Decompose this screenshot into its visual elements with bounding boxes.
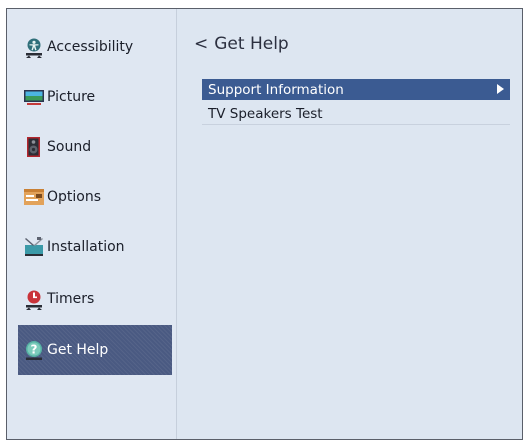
menu-item-support-information[interactable]: Support Information: [202, 79, 510, 100]
get-help-icon: ?: [26, 341, 42, 360]
sidebar-item-label: Timers: [47, 291, 95, 307]
sidebar-item-label: Sound: [47, 139, 92, 155]
back-chevron-icon[interactable]: <: [194, 34, 208, 54]
sidebar-item-label: Installation: [47, 239, 125, 255]
sidebar-item-installation[interactable]: Installation: [18, 222, 172, 272]
sound-icon: [27, 137, 40, 157]
tv-menu-window: Accessibility Picture Sound Options Inst…: [6, 8, 523, 440]
sidebar-item-label: Options: [47, 189, 102, 205]
menu-item-label: TV Speakers Test: [208, 106, 323, 122]
timers-icon: [26, 290, 42, 310]
sidebar-item-timers[interactable]: Timers: [18, 274, 172, 324]
sidebar-item-label: Picture: [47, 89, 96, 105]
installation-icon: [25, 237, 43, 256]
sidebar-item-picture[interactable]: Picture: [18, 72, 172, 122]
main-panel: < Get Help Support Information TV Speake…: [177, 9, 522, 439]
accessibility-icon: [26, 38, 42, 58]
submenu-arrow-icon: [497, 84, 504, 94]
sidebar-item-accessibility[interactable]: Accessibility: [18, 22, 172, 72]
sidebar: Accessibility Picture Sound Options Inst…: [7, 9, 177, 439]
menu-item-tv-speakers-test[interactable]: TV Speakers Test: [202, 104, 510, 125]
page-title: Get Help: [214, 34, 289, 54]
menu-item-label: Support Information: [208, 81, 344, 98]
svg-text:?: ?: [31, 343, 38, 357]
sidebar-item-options[interactable]: Options: [18, 172, 172, 222]
sidebar-item-label: Get Help: [47, 342, 109, 358]
sidebar-item-get-help[interactable]: ? Get Help: [18, 325, 172, 375]
sidebar-item-label: Accessibility: [47, 39, 134, 55]
page-header[interactable]: < Get Help: [194, 34, 289, 54]
sidebar-item-sound[interactable]: Sound: [18, 122, 172, 172]
picture-icon: [24, 90, 44, 105]
options-icon: [24, 189, 44, 205]
